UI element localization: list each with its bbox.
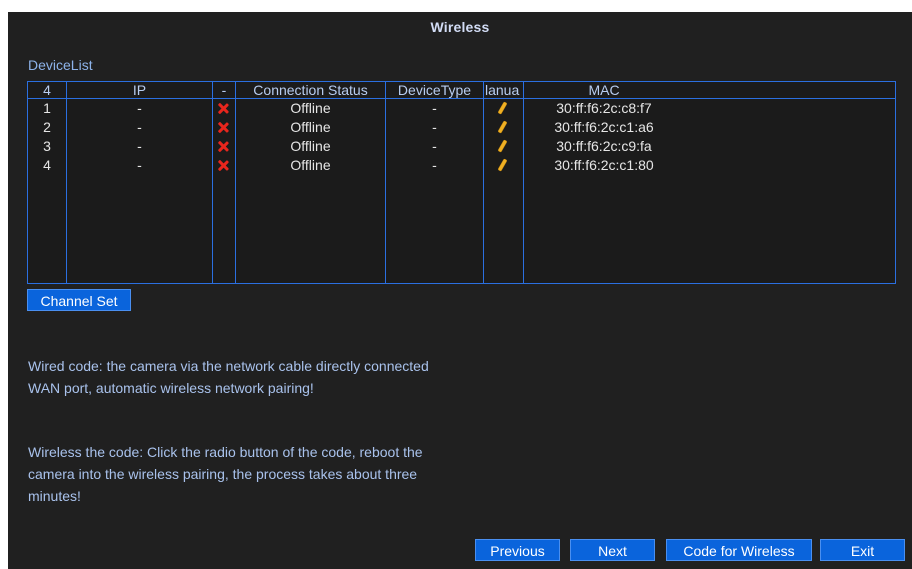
previous-button[interactable]: Previous (475, 539, 560, 561)
column-header-connection-status[interactable]: Connection Status (236, 82, 385, 98)
column-header-manual[interactable]: lanua (484, 82, 524, 98)
row-ip: - (137, 100, 142, 116)
row-device-type: - (432, 157, 437, 173)
pencil-icon[interactable] (495, 99, 509, 118)
row-connection-status: Offline (290, 138, 331, 154)
column-header-status-icon[interactable]: - (213, 82, 235, 98)
pencil-icon[interactable] (495, 137, 509, 156)
x-icon (216, 156, 230, 175)
pencil-icon[interactable] (495, 156, 509, 175)
row-mac: 30:ff:f6:2c:c8:f7 (556, 100, 652, 116)
pencil-icon[interactable] (495, 118, 509, 137)
row-index: 1 (43, 100, 51, 116)
info-line: Wired code: the camera via the network c… (28, 358, 429, 374)
column-header-count[interactable]: 4 (28, 82, 66, 98)
row-mac: 30:ff:f6:2c:c1:a6 (554, 119, 654, 135)
window-title: Wireless (430, 19, 490, 35)
column-divider (483, 82, 484, 283)
info-line: camera into the wireless pairing, the pr… (28, 466, 418, 482)
wireless-window: Wireless DeviceList 4 IP - Connection St… (8, 12, 912, 569)
x-icon (216, 137, 230, 156)
device-list-label: DeviceList (28, 57, 93, 73)
row-index: 3 (43, 138, 51, 154)
row-mac: 30:ff:f6:2c:c1:80 (554, 157, 654, 173)
row-index: 4 (43, 157, 51, 173)
row-index: 2 (43, 119, 51, 135)
column-header-ip[interactable]: IP (67, 82, 212, 98)
info-line: minutes! (28, 488, 81, 504)
x-icon (216, 118, 230, 137)
next-button[interactable]: Next (570, 539, 655, 561)
column-header-device-type[interactable]: DeviceType (386, 82, 483, 98)
x-icon (216, 99, 230, 118)
exit-button[interactable]: Exit (820, 539, 905, 561)
info-line: Wireless the code: Click the radio butto… (28, 444, 423, 460)
code-for-wireless-button[interactable]: Code for Wireless (666, 539, 812, 561)
row-connection-status: Offline (290, 157, 331, 173)
column-divider (212, 82, 213, 283)
row-ip: - (137, 119, 142, 135)
channel-set-button[interactable]: Channel Set (27, 289, 131, 311)
row-ip: - (137, 157, 142, 173)
wired-code-info: Wired code: the camera via the network c… (28, 355, 429, 399)
row-device-type: - (432, 100, 437, 116)
row-mac: 30:ff:f6:2c:c9:fa (556, 138, 652, 154)
device-table: 4 IP - Connection Status DeviceType lanu… (27, 81, 896, 284)
row-device-type: - (432, 138, 437, 154)
row-ip: - (137, 138, 142, 154)
row-device-type: - (432, 119, 437, 135)
row-connection-status: Offline (290, 119, 331, 135)
column-header-mac[interactable]: MAC (524, 82, 684, 98)
row-connection-status: Offline (290, 100, 331, 116)
info-line: WAN port, automatic wireless network pai… (28, 380, 314, 396)
wireless-code-info: Wireless the code: Click the radio butto… (28, 441, 423, 507)
